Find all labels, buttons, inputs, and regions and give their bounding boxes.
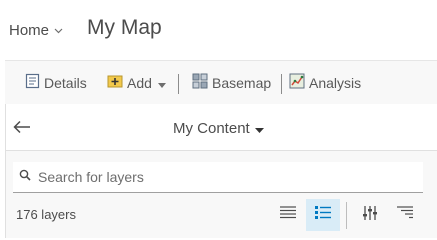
home-label: Home bbox=[9, 22, 50, 39]
content-source-label: My Content bbox=[173, 120, 250, 137]
search-input[interactable] bbox=[38, 169, 408, 185]
analysis-button[interactable]: Analysis bbox=[289, 61, 361, 104]
add-icon bbox=[107, 73, 127, 92]
add-label: Add bbox=[127, 74, 152, 91]
add-button[interactable]: Add bbox=[107, 61, 170, 104]
back-arrow-icon[interactable] bbox=[13, 120, 31, 139]
analysis-label: Analysis bbox=[309, 74, 362, 91]
toolbar: Details Add Basemap Analysis bbox=[5, 60, 437, 105]
details-button[interactable]: Details bbox=[25, 61, 87, 104]
basemap-label: Basemap bbox=[212, 74, 272, 91]
filter-icon bbox=[362, 205, 378, 226]
map-title: My Map bbox=[87, 16, 162, 39]
chevron-down-icon bbox=[54, 21, 63, 38]
layer-search bbox=[13, 162, 423, 193]
toolbar-divider bbox=[178, 74, 179, 94]
layer-count: 176 layers bbox=[16, 207, 76, 222]
search-icon bbox=[13, 168, 38, 186]
top-bar: Home My Map bbox=[0, 0, 437, 60]
details-label: Details bbox=[44, 74, 87, 91]
caret-down-icon bbox=[250, 120, 264, 137]
sort-button[interactable] bbox=[388, 199, 422, 231]
filter-button[interactable] bbox=[353, 199, 387, 231]
basemap-icon bbox=[192, 73, 212, 92]
list-view-icon bbox=[280, 206, 296, 224]
content-panel: My Content 176 layers bbox=[5, 104, 437, 238]
basemap-button[interactable]: Basemap bbox=[192, 61, 271, 104]
sort-icon bbox=[397, 206, 413, 224]
content-source-dropdown[interactable]: My Content bbox=[173, 120, 264, 137]
detail-list-icon bbox=[315, 206, 331, 224]
list-view-button[interactable] bbox=[271, 199, 305, 231]
detail-list-button[interactable] bbox=[306, 199, 340, 231]
toolbar-divider bbox=[281, 74, 282, 94]
home-menu[interactable]: Home bbox=[9, 22, 63, 39]
caret-down-icon bbox=[157, 75, 170, 91]
details-icon bbox=[25, 73, 44, 92]
panel-header: My Content bbox=[6, 104, 437, 151]
view-divider bbox=[346, 202, 347, 229]
analysis-icon bbox=[289, 73, 309, 92]
